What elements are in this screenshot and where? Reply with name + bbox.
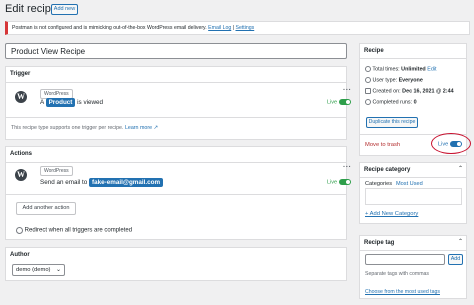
recipe-box-heading: Recipe (364, 48, 384, 54)
add-new-category-link[interactable]: + Add New Category (365, 211, 418, 217)
notice-text: Postman is not configured and is mimicki… (12, 25, 207, 31)
total-times-row: Total times: Unlimited Edit (365, 66, 437, 72)
author-panel: Author demo (demo) ⌄ (5, 247, 347, 281)
add-tag-button[interactable]: Add (448, 254, 463, 265)
trigger-more-menu[interactable]: ··· (343, 87, 352, 94)
calendar-icon (365, 88, 371, 94)
action-live-toggle[interactable] (338, 179, 351, 186)
redirect-option[interactable]: Redirect when all triggers are completed (16, 227, 132, 234)
chevron-down-icon: ⌄ (55, 267, 61, 273)
actions-heading: Actions (10, 151, 33, 157)
recipe-category-box: Recipe category ⌃ Categories Most Used +… (359, 162, 467, 224)
settings-link[interactable]: Settings (235, 25, 254, 31)
external-link-icon: ↗ (153, 125, 158, 131)
user-icon (365, 77, 371, 83)
tag-heading: Recipe tag (364, 240, 395, 246)
repeat-icon (365, 66, 371, 72)
recipe-title-value: Product View Recipe (11, 47, 86, 56)
redirect-checkbox[interactable] (16, 227, 23, 234)
action-sentence[interactable]: Send an email to fake-email@gmail.com (40, 178, 164, 187)
trigger-token[interactable]: Product (45, 98, 76, 107)
move-to-trash-link[interactable]: Move to trash (365, 142, 400, 148)
tab-most-used[interactable]: Most Used (396, 181, 423, 187)
trigger-live-toggle[interactable] (338, 99, 351, 106)
chevron-up-icon[interactable]: ⌃ (458, 165, 463, 172)
recipe-title-input[interactable]: Product View Recipe (5, 43, 347, 59)
action-more-menu[interactable]: ··· (343, 164, 352, 171)
completed-runs-row: Completed runs: 0 (365, 99, 417, 105)
trigger-live-status[interactable]: Live (327, 99, 351, 106)
tag-hint: Separate tags with commas (365, 271, 430, 277)
add-new-button[interactable]: Add new (51, 4, 78, 15)
check-circle-icon (365, 99, 371, 105)
action-integration-tag: WordPress (40, 166, 73, 176)
trigger-panel: Trigger W WordPress ··· A Product is vie… (5, 66, 351, 140)
trigger-sentence[interactable]: A Product is viewed (40, 98, 103, 107)
choose-most-used-tags-link[interactable]: Choose from the most used tags (365, 289, 440, 295)
recipe-tag-box: Recipe tag ⌃ Add Separate tags with comm… (359, 235, 467, 299)
learn-more-link[interactable]: Learn more (125, 125, 152, 131)
tag-input[interactable] (365, 254, 445, 265)
edit-total-times-link[interactable]: Edit (427, 66, 436, 72)
page-title: Edit recipe (5, 3, 57, 15)
wordpress-icon: W (15, 91, 27, 103)
created-on-row: Created on: Dec 16, 2021 @ 2:44 (365, 88, 454, 94)
wordpress-icon: W (15, 169, 27, 181)
tab-categories[interactable]: Categories (365, 181, 392, 187)
author-heading: Author (10, 252, 30, 258)
user-type-row: User type: Everyone (365, 77, 423, 83)
category-heading: Recipe category (364, 167, 411, 173)
trigger-note: This recipe type supports one trigger pe… (11, 125, 158, 131)
notice-bar: Postman is not configured and is mimicki… (5, 21, 470, 35)
trigger-heading: Trigger (10, 71, 31, 77)
email-log-link[interactable]: Email Log (208, 25, 231, 31)
chevron-up-icon[interactable]: ⌃ (458, 238, 463, 245)
highlight-circle (431, 133, 471, 154)
duplicate-recipe-button[interactable]: Duplicate this recipe (366, 117, 418, 128)
category-list (365, 188, 462, 205)
action-live-status[interactable]: Live (327, 179, 351, 186)
author-select[interactable]: demo (demo) ⌄ (12, 264, 65, 276)
add-action-button[interactable]: Add another action (16, 202, 76, 215)
actions-panel: Actions W WordPress ··· Send an email to… (5, 146, 351, 240)
action-email-token[interactable]: fake-email@gmail.com (89, 178, 164, 187)
